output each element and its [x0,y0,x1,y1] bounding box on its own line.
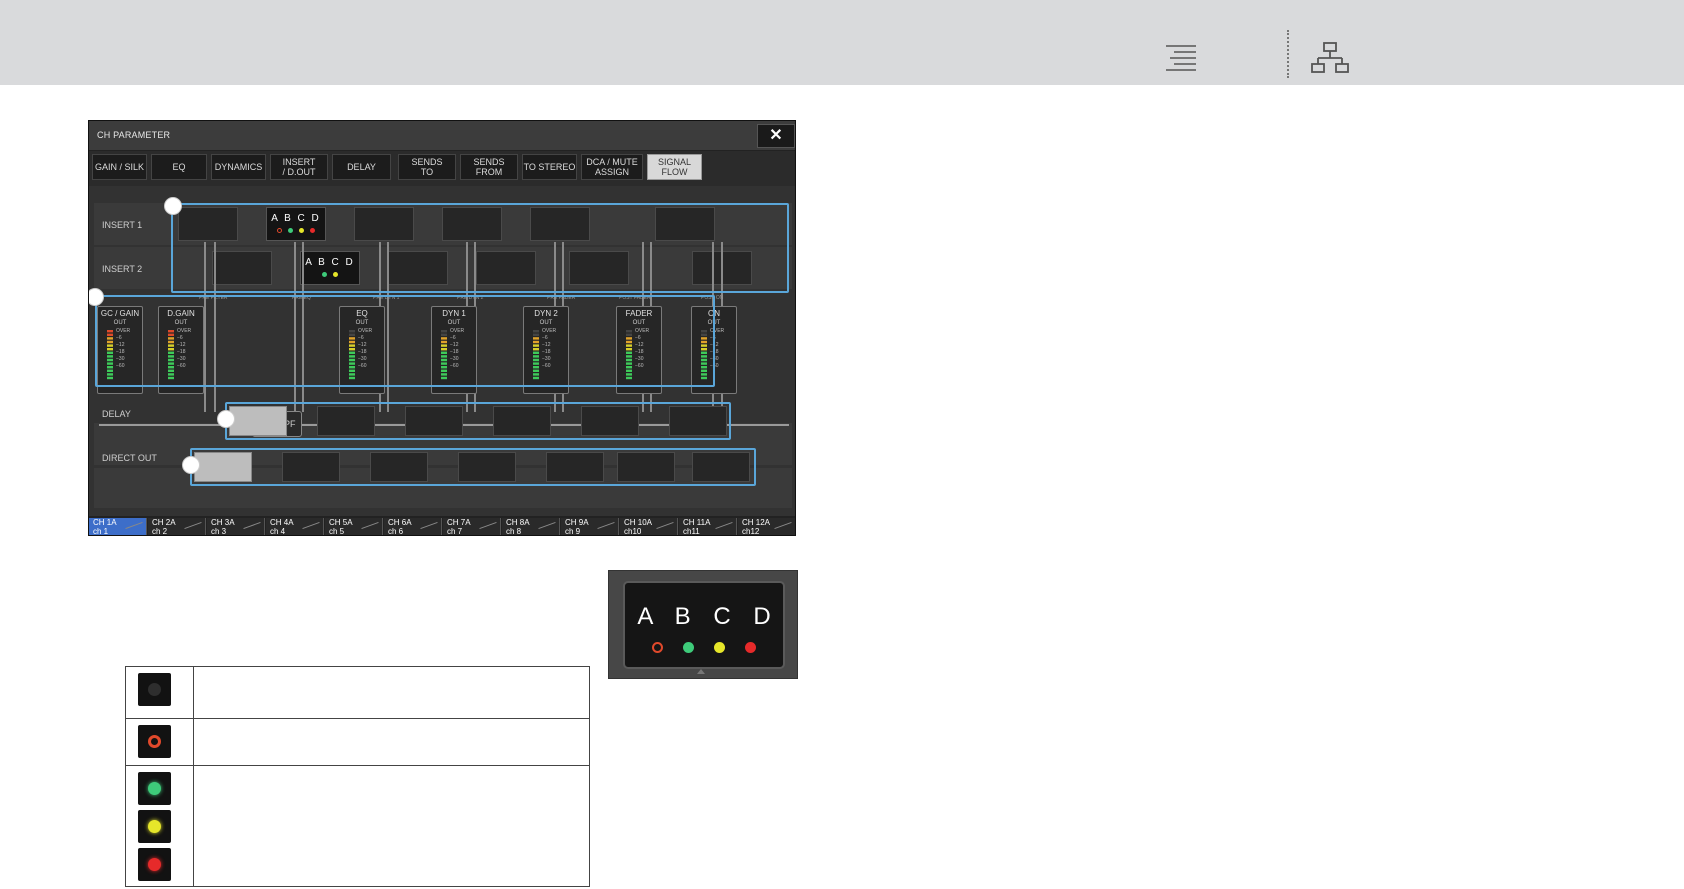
tab-to-stereo[interactable]: TO STEREO [522,154,577,180]
channel-fader-icon [243,521,261,530]
channel-button[interactable]: CH 1A ch 1 [89,518,147,536]
channel-name: CH 5A [329,518,353,527]
sitemap-icon[interactable] [1311,42,1349,74]
channel-button[interactable]: CH 11A ch11 [679,518,737,536]
delay-label: DELAY [102,409,131,419]
led-ring-icon [138,725,171,758]
channel-button[interactable]: CH 12A ch12 [738,518,795,536]
zoom-letters: A B C D [637,603,779,630]
tab-dynamics[interactable]: DYNAMICS [211,154,266,180]
tab-dca-mute-assign[interactable]: DCA / MUTE ASSIGN [581,154,643,180]
tab-gain-silk[interactable]: GAIN / SILK [92,154,147,180]
channel-button[interactable]: CH 4A ch 4 [266,518,324,536]
insert1-label: INSERT 1 [102,220,143,230]
led-yellow-icon [138,810,171,843]
channel-name: CH 6A [388,518,412,527]
tab-eq[interactable]: EQ [151,154,207,180]
channel-label: ch11 [683,527,700,536]
delay-selection-frame [225,402,731,440]
channel-fader-icon [597,521,615,530]
channel-button[interactable]: CH 5A ch 5 [325,518,383,536]
zoom-caret-icon [697,669,705,674]
channel-label: ch12 [742,527,760,536]
tab-delay[interactable]: DELAY [332,154,391,180]
channel-name: CH 12A [742,518,771,527]
top-bar [0,0,1684,85]
channel-name: CH 4A [270,518,294,527]
header-divider [1287,30,1289,78]
channel-fader-icon [184,521,202,530]
direct-out-selection-frame [190,448,756,486]
insert2-label: INSERT 2 [102,264,143,274]
tab-signal-flow[interactable]: SIGNAL FLOW [647,154,702,180]
led-green-icon [138,772,171,805]
window-title-bar: CH PARAMETER ✕ [89,121,795,151]
channel-button[interactable]: CH 8A ch 8 [502,518,560,536]
module-selection-frame [95,295,715,387]
channel-fader-icon [538,521,556,530]
channel-fader-icon [715,521,733,530]
channel-label: ch10 [624,527,642,536]
led-red-icon [138,848,171,881]
direct-out-label: DIRECT OUT [102,453,157,463]
channel-name: CH 9A [565,518,589,527]
channel-label: ch 9 [565,527,581,536]
channel-fader-icon [125,521,143,530]
tab-sends-to[interactable]: SENDS TO [398,154,456,180]
channel-fader-icon [479,521,497,530]
channel-name: CH 2A [152,518,176,527]
channel-label: ch 4 [270,527,286,536]
channel-fader-icon [774,521,792,530]
tab-bar: GAIN / SILK EQ DYNAMICS INSERT / D.OUT DELAY… [89,154,795,182]
zoom-led-green [683,642,694,653]
channel-select-bar: CH 1A ch 1 CH 2A ch 2 CH 3A ch 3 CH 4A ch 4 CH 5… [89,516,795,536]
channel-label: ch 3 [211,527,227,536]
callout-marker-3 [217,410,235,428]
close-button[interactable]: ✕ [757,124,795,148]
window-title: CH PARAMETER [97,130,171,140]
channel-label: ch 6 [388,527,404,536]
channel-name: CH 11A [683,518,711,527]
led-off-icon [138,673,171,706]
callout-marker-1 [164,197,182,215]
channel-fader-icon [302,521,320,530]
insert-selection-frame [171,203,789,293]
channel-name: CH 7A [447,518,471,527]
zoom-led-yellow [714,642,725,653]
channel-button[interactable]: CH 10A ch10 [620,518,678,536]
zoom-led-ring [652,642,663,653]
menu-lines-icon[interactable] [1166,44,1202,72]
led-legend-table [125,666,591,887]
channel-button[interactable]: CH 7A ch 7 [443,518,501,536]
channel-fader-icon [420,521,438,530]
zoom-led-red [745,642,756,653]
channel-button[interactable]: CH 6A ch 6 [384,518,442,536]
channel-name: CH 1A [93,518,117,527]
callout-marker-4 [182,456,200,474]
legend-text-off [192,666,591,719]
channel-button[interactable]: CH 2A ch 2 [148,518,206,536]
signal-flow-area: INSERT 1 INSERT 2 DELAY DIRECT OUT A B C… [89,186,795,516]
legend-text-ring [192,718,591,766]
channel-fader-icon [656,521,674,530]
ch-parameter-window: CH PARAMETER ✕ GAIN / SILK EQ DYNAMICS INSE… [88,120,796,536]
legend-text-levels [192,765,591,887]
channel-fader-icon [361,521,379,530]
channel-label: ch 5 [329,527,345,536]
tab-sends-from[interactable]: SENDS FROM [460,154,518,180]
tab-insert-d-out[interactable]: INSERT / D.OUT [270,154,328,180]
channel-button[interactable]: CH 9A ch 9 [561,518,619,536]
channel-name: CH 10A [624,518,653,527]
channel-name: CH 3A [211,518,235,527]
channel-name: CH 8A [506,518,530,527]
channel-button[interactable]: CH 3A ch 3 [207,518,265,536]
channel-label: ch 2 [152,527,168,536]
insert-led-zoom-view: A B C D [608,570,798,679]
channel-label: ch 8 [506,527,522,536]
channel-label: ch 7 [447,527,463,536]
channel-label: ch 1 [93,527,109,536]
